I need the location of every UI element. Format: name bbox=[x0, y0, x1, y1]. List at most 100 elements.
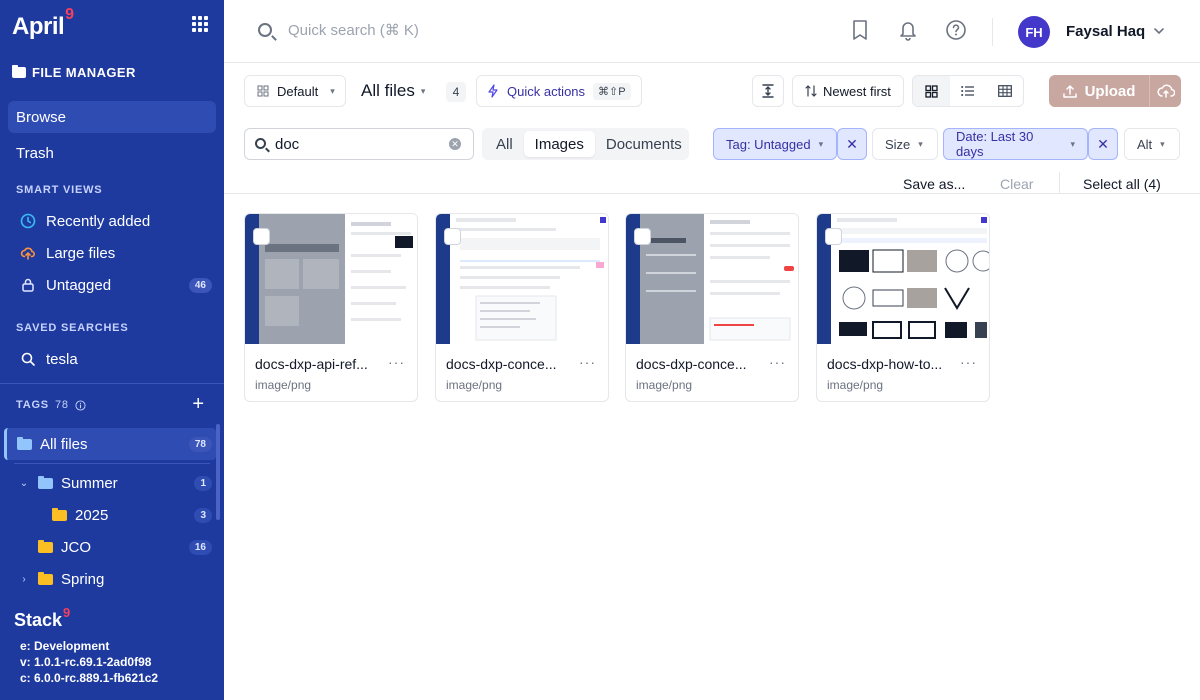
file-type: image/png bbox=[255, 378, 312, 392]
nav-browse[interactable]: Browse bbox=[8, 101, 216, 133]
file-card[interactable]: docs-dxp-conce... ··· image/png bbox=[435, 213, 609, 402]
brand-superscript: 9 bbox=[65, 6, 75, 23]
size-filter-chip[interactable]: Size ▾ bbox=[872, 128, 938, 160]
save-as-button[interactable]: Save as... bbox=[903, 176, 965, 192]
select-checkbox[interactable] bbox=[444, 228, 461, 245]
grid-view-button[interactable] bbox=[913, 76, 950, 106]
tree-item-2025[interactable]: 2025 3 bbox=[4, 499, 216, 531]
info-icon[interactable] bbox=[75, 399, 86, 411]
file-thumbnail bbox=[436, 214, 608, 344]
breadcrumb[interactable]: All files ▾ bbox=[361, 81, 425, 101]
header-divider bbox=[992, 18, 993, 46]
quick-actions-button[interactable]: Quick actions ⌘⇧P bbox=[476, 75, 642, 107]
file-thumbnail bbox=[626, 214, 798, 344]
select-all-button[interactable]: Select all (4) bbox=[1083, 176, 1161, 192]
file-thumbnail bbox=[245, 214, 417, 344]
tree-item-all-files[interactable]: All files 78 bbox=[4, 428, 216, 460]
smart-view-label: Large files bbox=[46, 244, 116, 262]
file-card[interactable]: docs-dxp-api-ref... ··· image/png bbox=[244, 213, 418, 402]
chevron-down-icon: ▾ bbox=[330, 85, 335, 96]
select-checkbox[interactable] bbox=[253, 228, 270, 245]
chevron-down-icon[interactable]: ⌄ bbox=[16, 478, 32, 489]
list-view-button[interactable] bbox=[950, 76, 987, 106]
chevron-down-icon: ▾ bbox=[1160, 138, 1165, 149]
chevron-down-icon: ▾ bbox=[1070, 138, 1075, 149]
user-name[interactable]: Faysal Haq bbox=[1066, 23, 1145, 40]
clock-icon bbox=[20, 213, 36, 229]
folder-icon bbox=[38, 571, 53, 585]
sidebar-divider bbox=[0, 383, 224, 384]
more-icon[interactable]: ··· bbox=[960, 354, 977, 370]
clear-button[interactable]: Clear bbox=[1000, 176, 1033, 192]
sidebar-scrollbar[interactable] bbox=[216, 424, 220, 520]
smart-view-untagged[interactable]: Untagged 46 bbox=[12, 270, 216, 300]
file-card[interactable]: docs-dxp-how-to... ··· image/png bbox=[816, 213, 990, 402]
table-view-button[interactable] bbox=[986, 76, 1023, 106]
search-icon bbox=[20, 351, 36, 367]
nav-trash[interactable]: Trash bbox=[8, 137, 216, 169]
more-icon[interactable]: ··· bbox=[769, 354, 786, 370]
remove-date-filter-icon[interactable]: ✕ bbox=[1088, 128, 1118, 160]
sidebar: April 9 FILE MANAGER Browse Trash SMART … bbox=[0, 0, 224, 700]
tree-item-summer[interactable]: ⌄ Summer 1 bbox=[4, 467, 216, 499]
file-type: image/png bbox=[446, 378, 503, 392]
tag-filter-chip[interactable]: Tag: Untagged ▾ bbox=[713, 128, 837, 160]
file-manager-title: FILE MANAGER bbox=[12, 65, 136, 80]
text-height-button[interactable] bbox=[752, 75, 784, 107]
more-icon[interactable]: ··· bbox=[388, 354, 405, 370]
saved-search-tesla[interactable]: tesla bbox=[12, 344, 216, 374]
more-icon[interactable]: ··· bbox=[579, 354, 596, 370]
chevron-down-icon[interactable] bbox=[1152, 24, 1166, 38]
date-filter-chip[interactable]: Date: Last 30 days ▾ bbox=[943, 128, 1088, 160]
stack-logo: Stack 9 bbox=[14, 605, 70, 631]
tree-item-spring[interactable]: › Spring bbox=[4, 563, 216, 595]
alt-filter-chip[interactable]: Alt ▾ bbox=[1124, 128, 1180, 160]
upload-button-group: Upload bbox=[1049, 75, 1181, 107]
file-card[interactable]: docs-dxp-conce... ··· image/png bbox=[625, 213, 799, 402]
bell-icon[interactable] bbox=[896, 18, 920, 42]
smart-view-large-files[interactable]: Large files bbox=[12, 238, 216, 268]
filter-divider bbox=[224, 193, 1200, 194]
file-name: docs-dxp-api-ref... bbox=[255, 356, 368, 372]
type-images[interactable]: Images bbox=[523, 131, 595, 157]
view-mode-toggle bbox=[912, 75, 1024, 107]
smart-view-recently-added[interactable]: Recently added bbox=[12, 206, 216, 236]
cloud-upload-button[interactable] bbox=[1149, 75, 1181, 107]
file-type: image/png bbox=[636, 378, 693, 392]
brand-logo[interactable]: April 9 bbox=[12, 6, 74, 42]
quick-search-input[interactable]: Quick search (⌘ K) bbox=[288, 21, 419, 39]
quick-actions-shortcut: ⌘⇧P bbox=[593, 82, 631, 100]
sort-button[interactable]: Newest first bbox=[792, 75, 904, 107]
top-bar: Quick search (⌘ K) FH Faysal Haq bbox=[224, 0, 1200, 63]
avatar[interactable]: FH bbox=[1018, 16, 1050, 48]
type-all[interactable]: All bbox=[485, 131, 524, 157]
filter-search-input[interactable]: doc ✕ bbox=[244, 128, 474, 160]
folder-open-icon bbox=[17, 436, 32, 450]
chevron-right-icon[interactable]: › bbox=[16, 574, 32, 585]
add-tag-icon[interactable]: + bbox=[192, 394, 204, 414]
select-checkbox[interactable] bbox=[634, 228, 651, 245]
type-documents[interactable]: Documents bbox=[595, 131, 693, 157]
remove-tag-filter-icon[interactable]: ✕ bbox=[837, 128, 867, 160]
view-select[interactable]: Default ▾ bbox=[244, 75, 346, 107]
search-icon bbox=[258, 23, 272, 37]
file-name: docs-dxp-conce... bbox=[446, 356, 557, 372]
size-filter-label: Size bbox=[885, 136, 911, 152]
chevron-down-icon: ▾ bbox=[918, 138, 923, 149]
tree-item-jco[interactable]: JCO 16 bbox=[4, 531, 216, 563]
tags-heading: TAGS 78 bbox=[16, 399, 86, 411]
view-select-label: Default bbox=[277, 83, 319, 99]
help-icon[interactable] bbox=[944, 18, 968, 42]
tree-item-badge: 3 bbox=[194, 507, 212, 523]
apps-grid-icon[interactable] bbox=[192, 16, 208, 32]
nav-trash-label: Trash bbox=[16, 144, 54, 162]
bookmark-icon[interactable] bbox=[848, 18, 872, 42]
upload-button[interactable]: Upload bbox=[1049, 75, 1149, 107]
select-checkbox[interactable] bbox=[825, 228, 842, 245]
env-line: e: Development bbox=[20, 639, 110, 653]
file-name: docs-dxp-how-to... bbox=[827, 356, 943, 372]
clear-search-icon[interactable]: ✕ bbox=[449, 138, 461, 150]
tree-item-label: Summer bbox=[61, 474, 118, 492]
cloud-upload-icon bbox=[1156, 84, 1175, 98]
lightning-icon bbox=[487, 84, 499, 98]
